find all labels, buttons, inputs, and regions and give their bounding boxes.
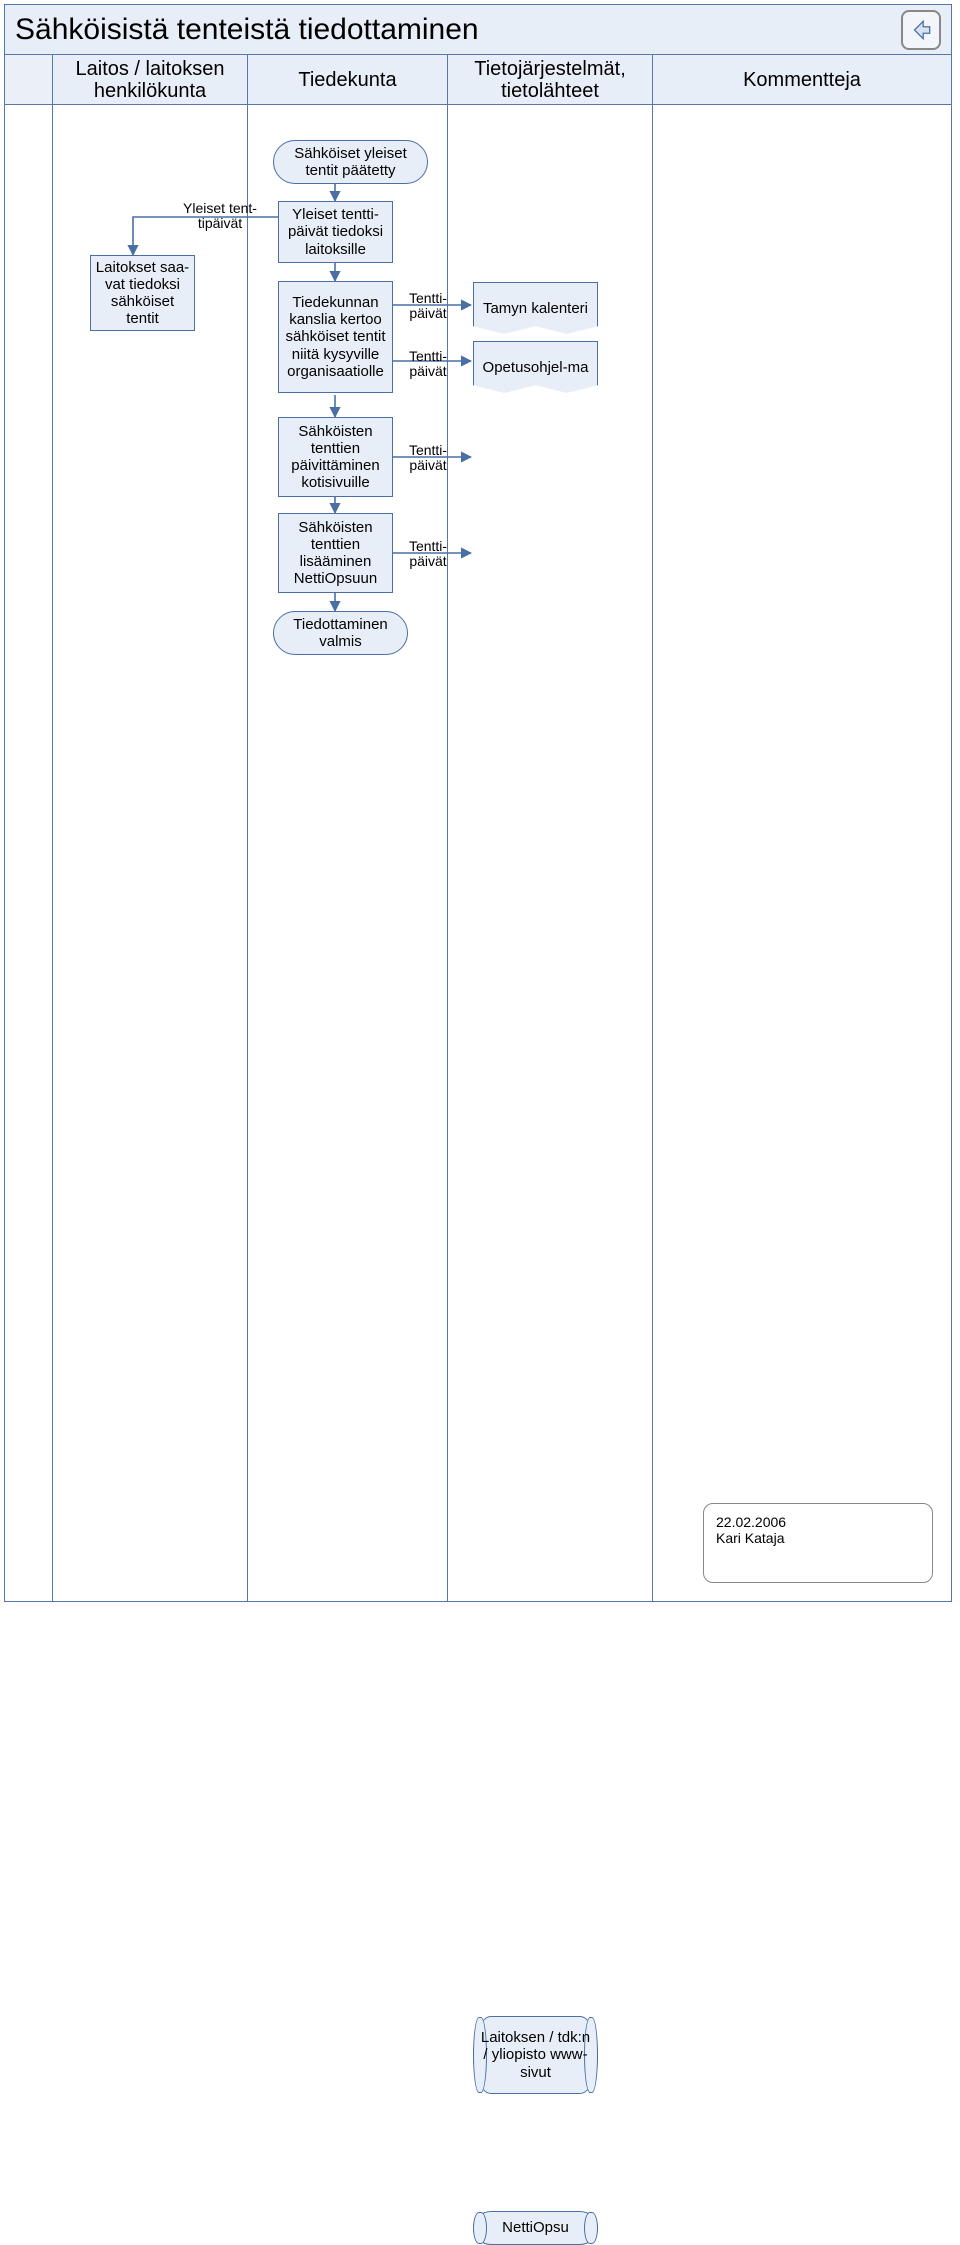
back-arrow-icon (908, 17, 934, 43)
node-label: Tiedekunnan kanslia kertoo sähköiset ten… (283, 294, 388, 380)
process-lisaaminen: Sähköisten tenttien lisääminen NettiOpsu… (278, 513, 393, 593)
process-yleiset-tiedoksi: Yleiset tentti-päivät tiedoksi laitoksil… (278, 201, 393, 263)
node-label: Opetusohjel-ma (483, 359, 589, 376)
lane-gutter (5, 105, 53, 1601)
lane-kommentteja: 22.02.2006 Kari Kataja (653, 105, 951, 1601)
node-label: Tiedottaminen valmis (278, 616, 403, 651)
node-label: Sähköiset yleiset tentit päätetty (278, 145, 423, 180)
col-header-laitos: Laitos / laitoksen henkilökunta (53, 55, 248, 105)
col-header-tietojarjestelmat: Tietojärjestelmät, tietolähteet (448, 55, 653, 105)
col-header-line: tietolähteet (452, 80, 648, 102)
col-header-line: Tietojärjestelmät, (452, 58, 648, 80)
col-header-line: Laitos / laitoksen (57, 58, 243, 80)
end-terminator: Tiedottaminen valmis (273, 611, 408, 655)
meta-author: Kari Kataja (716, 1530, 920, 1546)
process-paivittaminen: Sähköisten tenttien päivittäminen kotisi… (278, 417, 393, 497)
diagram-title: Sähköisistä tenteistä tiedottaminen (15, 13, 479, 47)
swimlane-diagram: Sähköisistä tenteistä tiedottaminen Lait… (4, 4, 952, 1602)
back-button[interactable] (901, 10, 941, 50)
node-label: Tamyn kalenteri (483, 300, 588, 317)
doc-tamyn: Tamyn kalenteri (473, 282, 598, 334)
node-label: NettiOpsu (502, 2219, 569, 2236)
node-label: Sähköisten tenttien päivittäminen kotisi… (283, 423, 388, 492)
column-headers: Laitos / laitoksen henkilökunta Tiedekun… (5, 55, 951, 105)
meta-box: 22.02.2006 Kari Kataja (703, 1503, 933, 1583)
doc-opetusohjelma: Opetusohjel-ma (473, 341, 598, 393)
title-bar: Sähköisistä tenteistä tiedottaminen (5, 5, 951, 55)
header-gutter (5, 55, 53, 105)
node-label: Laitokset saa-vat tiedoksi sähköiset ten… (95, 259, 190, 328)
meta-date: 22.02.2006 (716, 1514, 920, 1530)
process-laitokset-saavat: Laitokset saa-vat tiedoksi sähköiset ten… (90, 255, 195, 331)
process-kanslia: Tiedekunnan kanslia kertoo sähköiset ten… (278, 281, 393, 393)
col-header-kommentteja: Kommentteja (653, 55, 951, 105)
node-label: Laitoksen / tdk:n / yliopisto www-sivut (478, 2029, 593, 2081)
start-terminator: Sähköiset yleiset tentit päätetty (273, 140, 428, 184)
node-label: Sähköisten tenttien lisääminen NettiOpsu… (283, 519, 388, 588)
col-header-line: henkilökunta (57, 80, 243, 102)
datastore-wwwsivut: Laitoksen / tdk:n / yliopisto www-sivut (473, 2016, 598, 2094)
col-header-tiedekunta: Tiedekunta (248, 55, 448, 105)
datastore-nettiopsu: NettiOpsu (473, 2211, 598, 2245)
node-label: Yleiset tentti-päivät tiedoksi laitoksil… (283, 206, 388, 258)
